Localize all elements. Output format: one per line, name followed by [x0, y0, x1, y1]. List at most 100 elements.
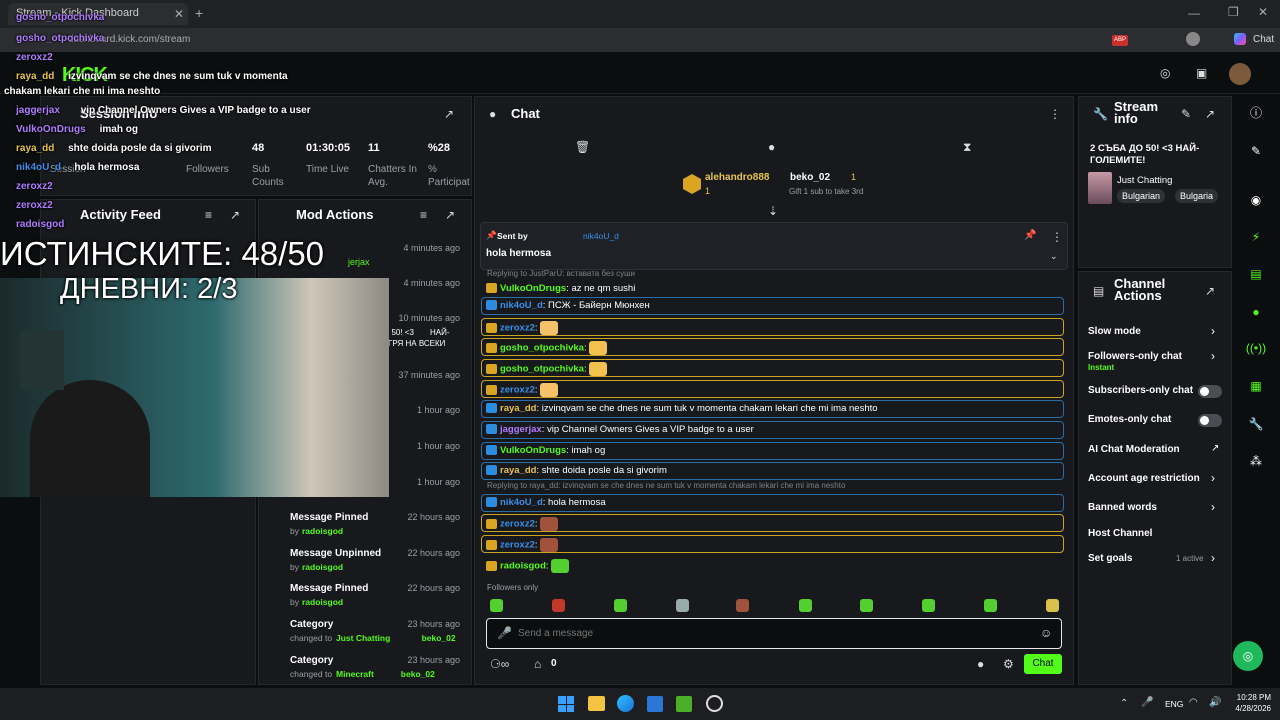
more-icon[interactable]: ⋮ — [1051, 230, 1063, 244]
chevron-right-icon[interactable]: › — [1211, 500, 1215, 514]
chat-message[interactable]: radoisgod: — [481, 556, 1064, 574]
emote-icon[interactable] — [860, 599, 873, 612]
timer-icon[interactable]: ⧗ — [963, 140, 971, 155]
wrench-icon[interactable]: 🔧 — [1236, 408, 1276, 440]
send-chat-button[interactable]: Chat — [1024, 654, 1062, 674]
chat-message[interactable]: gosho_otpochivka: — [481, 359, 1064, 377]
volume-icon[interactable]: 🔊 — [1209, 697, 1221, 708]
edit-icon[interactable]: ✎ — [1181, 107, 1191, 121]
chat-bubble-icon[interactable]: ● — [977, 657, 984, 671]
mod-action-user[interactable]: radoisgod — [302, 597, 343, 607]
chat-username[interactable]: zeroxz2 — [500, 540, 535, 551]
store-icon[interactable]: ⌂ — [534, 657, 541, 671]
emote-icon[interactable] — [922, 599, 935, 612]
filter-icon[interactable]: ≡ — [205, 208, 212, 222]
address-bar[interactable]: dashboard.kick.com/stream — [60, 31, 1100, 49]
popout-icon[interactable]: ↗ — [1205, 284, 1215, 298]
chat-message[interactable]: zeroxz2: — [481, 318, 1064, 336]
chat-username[interactable]: raya_dd — [500, 403, 536, 414]
mod-action-user[interactable]: radoisgod — [302, 526, 343, 536]
pinned-message[interactable] — [480, 222, 1068, 270]
chevron-down-icon[interactable]: ⌄ — [1050, 251, 1058, 262]
chat-bubble-icon[interactable]: ◎ — [1160, 66, 1170, 80]
chevron-right-icon[interactable]: › — [1211, 324, 1215, 338]
mod-action-user[interactable]: radoisgod — [302, 562, 343, 572]
info-icon[interactable]: ⓘ — [1236, 97, 1276, 129]
chat-username[interactable]: zeroxz2 — [500, 519, 535, 530]
chat-message[interactable]: zeroxz2: — [481, 380, 1064, 398]
chat-input[interactable] — [518, 624, 1018, 642]
category-name[interactable]: Just Chatting — [1117, 175, 1172, 186]
tag-chip[interactable]: Bulgarian — [1117, 189, 1166, 203]
start-icon[interactable] — [558, 696, 574, 712]
broadcast-icon[interactable]: ((•)) — [1236, 332, 1276, 364]
dashboard-icon[interactable]: ▦ — [1236, 370, 1276, 402]
file-explorer-icon[interactable] — [588, 696, 605, 711]
chat-username[interactable]: nik4oU_d — [500, 497, 543, 508]
emote-icon[interactable] — [614, 599, 627, 612]
chat-username[interactable]: gosho_otpochivka — [500, 343, 584, 354]
chat-username[interactable]: jaggerjax — [500, 424, 542, 435]
minimize-icon[interactable]: — — [1188, 6, 1200, 20]
popout-icon[interactable]: ↗ — [1205, 107, 1215, 121]
chat-username[interactable]: VulkoOnDrugs — [500, 283, 566, 294]
chat-message[interactable]: VulkoOnDrugs: az ne qm sushi — [481, 280, 1064, 298]
mod-action-user[interactable]: Minecraft — [336, 669, 374, 679]
chat-username[interactable]: gosho_otpochivka — [500, 364, 584, 375]
chevron-right-icon[interactable]: › — [1211, 471, 1215, 485]
mod-action-user[interactable]: beko_02 — [422, 633, 456, 643]
adblock-icon[interactable]: ABP — [1112, 35, 1128, 46]
channel-action-label[interactable]: Slow mode — [1088, 326, 1223, 337]
external-link-icon[interactable]: ↗ — [1211, 443, 1219, 454]
mic-icon[interactable]: 🎤 — [497, 626, 512, 640]
emote-icon[interactable] — [676, 599, 689, 612]
emote-icon[interactable] — [552, 599, 565, 612]
chat-username[interactable]: raya_dd — [500, 465, 536, 476]
chat-message[interactable]: gosho_otpochivka: — [481, 338, 1064, 356]
obs-icon[interactable] — [706, 695, 723, 712]
channel-points-icon[interactable]: ⚆∞ — [490, 657, 509, 671]
chat-username[interactable]: zeroxz2 — [500, 385, 535, 396]
avatar[interactable] — [1229, 63, 1251, 85]
toggle-switch[interactable] — [1198, 385, 1222, 398]
chat-message[interactable]: raya_dd: izvinqvam se che dnes ne sum tu… — [481, 400, 1064, 418]
emote-icon[interactable] — [799, 599, 812, 612]
filter-icon[interactable]: ≡ — [420, 208, 427, 222]
emote-icon[interactable] — [1046, 599, 1059, 612]
emote-icon[interactable] — [736, 599, 749, 612]
toggle-switch[interactable] — [1198, 414, 1222, 427]
more-icon[interactable]: ⋮ — [1049, 107, 1061, 121]
close-tab-icon[interactable]: ✕ — [174, 7, 184, 21]
clock-date[interactable]: 4/28/2026 — [1229, 704, 1271, 713]
edge-icon[interactable] — [617, 695, 634, 712]
channel-action-label[interactable]: Account age restriction — [1088, 473, 1223, 484]
nodes-icon[interactable]: ⁂ — [1236, 445, 1276, 477]
wifi-icon[interactable]: ◠ — [1189, 697, 1198, 708]
chat-settings-icon[interactable]: ● — [768, 140, 775, 154]
channel-action-label[interactable]: Followers-only chat — [1088, 351, 1223, 362]
popout-icon[interactable]: ↗ — [230, 208, 240, 222]
gear-icon[interactable]: ⚙ — [1003, 657, 1014, 671]
store-icon[interactable] — [647, 696, 663, 712]
chat-message[interactable]: jaggerjax: vip Channel Owners Gives a VI… — [481, 421, 1064, 439]
tag-chip[interactable]: Bulgaria — [1175, 189, 1219, 203]
chat-message[interactable]: raya_dd: shte doida posle da si givorim — [481, 462, 1064, 480]
mic-tray-icon[interactable]: 🎤 — [1141, 697, 1153, 708]
chat-message[interactable]: nik4oU_d: ПСЖ - Байерн Мюнхен — [481, 297, 1064, 315]
expand-icon[interactable]: ⇣ — [768, 204, 778, 218]
popout-icon[interactable]: ↗ — [444, 107, 454, 121]
chevron-right-icon[interactable]: › — [1211, 551, 1215, 565]
unpin-icon[interactable]: 📌 — [1024, 230, 1036, 241]
chat-username[interactable]: radoisgod — [500, 561, 546, 572]
profile-icon[interactable] — [1186, 32, 1200, 46]
chat-icon[interactable]: ● — [1236, 296, 1276, 328]
mod-action-user[interactable]: Just Chatting — [336, 633, 390, 643]
gifter-name[interactable]: beko_02 — [790, 172, 830, 183]
category-thumbnail[interactable] — [1088, 172, 1112, 204]
pinned-user[interactable]: nik4oU_d — [583, 231, 619, 241]
clock-time[interactable]: 10:28 PM — [1233, 693, 1271, 702]
chat-message[interactable]: zeroxz2: — [481, 514, 1064, 532]
document-icon[interactable]: ▤ — [1236, 258, 1276, 290]
dashboard-icon[interactable]: ▣ — [1196, 66, 1207, 80]
new-tab-icon[interactable]: + — [195, 5, 203, 21]
